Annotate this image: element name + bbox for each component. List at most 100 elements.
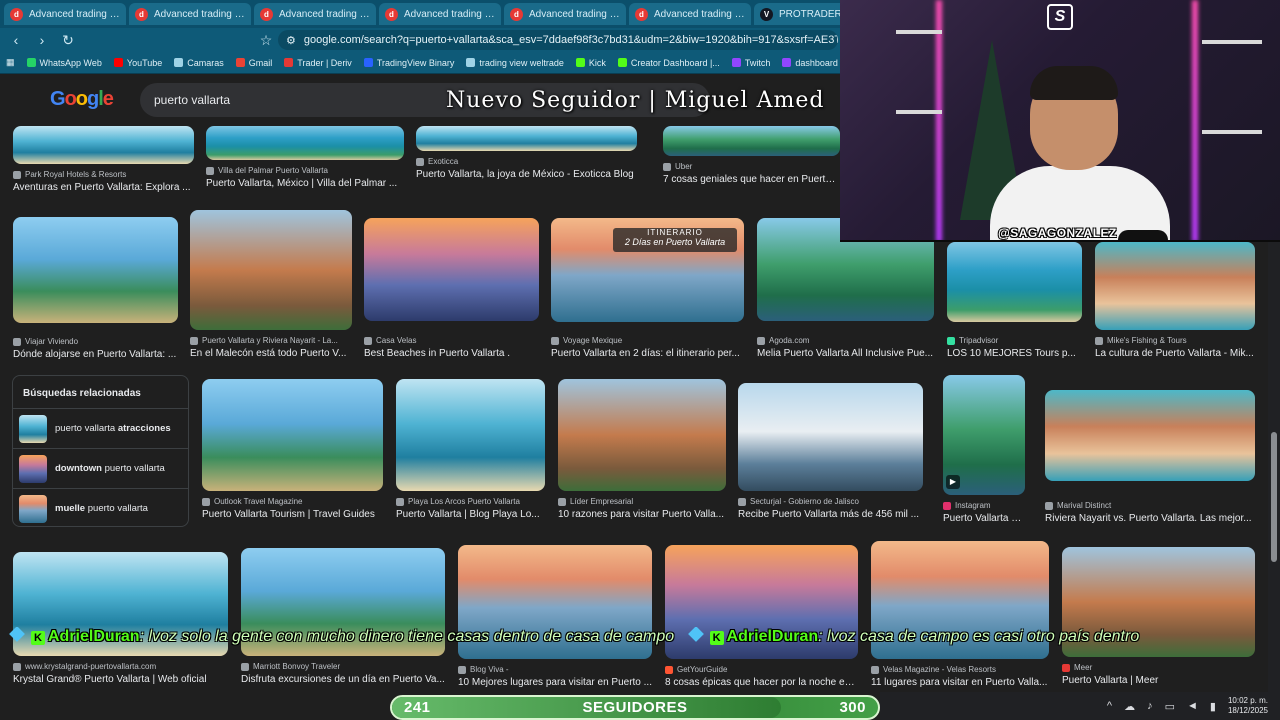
result-source: Exoticca	[416, 157, 637, 166]
bookmark-label: Creator Dashboard |...	[630, 57, 720, 68]
source-icon	[551, 336, 559, 345]
forward-arrow-icon[interactable]: ›	[34, 32, 50, 48]
result-title[interactable]: Best Beaches in Puerto Vallarta .	[364, 348, 539, 359]
site-info-icon[interactable]: ⚙	[286, 34, 296, 47]
image-result[interactable]: GetYourGuide 8 cosas épicas que hacer po…	[665, 545, 858, 688]
bookmark-item[interactable]: Camaras	[174, 58, 224, 68]
result-title[interactable]: 10 Mejores lugares para visitar en Puert…	[458, 677, 652, 688]
image-result[interactable]: Meer Puerto Vallarta | Meer	[1062, 547, 1255, 686]
clock[interactable]: 10:02 p. m. 18/12/2025	[1228, 696, 1268, 716]
deriv-icon: d	[635, 7, 648, 21]
image-result[interactable]: Exoticca Puerto Vallarta, la joya de Méx…	[416, 126, 637, 180]
bookmark-item[interactable]: YouTube	[113, 58, 162, 68]
browser-tab[interactable]: d Advanced trading charts	[379, 3, 501, 25]
image-result[interactable]: Secturjal - Gobierno de Jalisco Recibe P…	[738, 383, 923, 520]
source-icon	[1062, 663, 1070, 672]
image-result[interactable]: Marival Distinct Riviera Nayarit vs. Pue…	[1045, 390, 1255, 524]
related-search-item[interactable]: muelle puerto vallarta	[13, 488, 188, 528]
bookmark-label: Camaras	[187, 57, 224, 68]
result-title[interactable]: La cultura de Puerto Vallarta - Mik...	[1095, 348, 1255, 359]
tab-label: Advanced trading charts	[154, 8, 245, 20]
result-title[interactable]: Krystal Grand® Puerto Vallarta | Web ofi…	[13, 674, 228, 685]
image-result[interactable]: Playa Los Arcos Puerto Vallarta Puerto V…	[396, 379, 545, 520]
result-title[interactable]: Melia Puerto Vallarta All Inclusive Pue.…	[757, 348, 934, 359]
related-searches-panel: Búsquedas relacionadas puerto vallarta a…	[12, 375, 189, 527]
address-bar[interactable]: ⚙ google.com/search?q=puerto+vallarta&sc…	[278, 30, 838, 50]
image-result[interactable]: Velas Magazine - Velas Resorts 11 lugare…	[871, 541, 1049, 688]
bookmark-item[interactable]: Twitch	[731, 58, 770, 68]
image-result[interactable]: Outlook Travel Magazine Puerto Vallarta …	[202, 379, 383, 520]
bookmark-item[interactable]: TradingView Binary	[363, 58, 454, 68]
image-result[interactable]: Park Royal Hotels & Resorts Aventuras en…	[13, 126, 194, 193]
image-result[interactable]: www.krystalgrand-puertovallarta.com Krys…	[13, 552, 228, 685]
image-result[interactable]: Viajar Viviendo Dónde alojarse en Puerto…	[13, 217, 178, 360]
apps-grid-icon[interactable]: ▦	[6, 57, 15, 68]
result-title[interactable]: Recibe Puerto Vallarta más de 456 mil ..…	[738, 509, 923, 520]
reload-icon[interactable]: ↻	[60, 32, 76, 48]
image-result[interactable]: ITINERARIO 2 Días en Puerto Vallarta Voy…	[551, 218, 744, 359]
tradingview-icon	[363, 58, 373, 67]
back-arrow-icon[interactable]: ‹	[8, 32, 24, 48]
result-title[interactable]: Aventuras en Puerto Vallarta: Explora ..…	[13, 182, 194, 193]
chat-ticker: K AdrielDuran: lvoz solo la gente con muc…	[0, 627, 1280, 649]
image-result[interactable]: Tripadvisor LOS 10 MEJORES Tours p...	[947, 242, 1082, 359]
bookmark-item[interactable]: Trader | Deriv	[284, 58, 352, 68]
result-title[interactable]: Puerto Vallarta se ...	[943, 513, 1025, 524]
mic-icon[interactable]: ♪	[1147, 700, 1153, 712]
browser-tab[interactable]: d Advanced trading charts	[504, 3, 626, 25]
browser-tab[interactable]: d Advanced trading charts	[129, 3, 251, 25]
image-result[interactable]: Marriott Bonvoy Traveler Disfruta excurs…	[241, 548, 445, 685]
image-result[interactable]: ▶ Instagram Puerto Vallarta se ...	[943, 375, 1025, 524]
cloud-icon[interactable]: ☁	[1124, 700, 1135, 713]
bookmark-item[interactable]: Kick	[575, 58, 606, 68]
result-title[interactable]: LOS 10 MEJORES Tours p...	[947, 348, 1082, 359]
streamer-hair	[1030, 66, 1118, 100]
result-title[interactable]: 11 lugares para visitar en Puerto Valla.…	[871, 677, 1049, 688]
browser-tab[interactable]: d Advanced trading charts	[4, 3, 126, 25]
image-result[interactable]: Líder Empresarial 10 razones para visita…	[558, 379, 726, 520]
result-title[interactable]: Puerto Vallarta Tourism | Travel Guides	[202, 509, 383, 520]
camera-icon	[174, 58, 184, 67]
tab-label: Advanced trading charts	[279, 8, 370, 20]
webcam-overlay: S @SAGAGONZALEZ	[840, 0, 1280, 242]
bookmark-item[interactable]: WhatsApp Web	[26, 58, 102, 68]
bookmark-item[interactable]: trading view weltrade	[466, 58, 564, 68]
source-icon	[190, 336, 198, 345]
tab-label: Advanced trading charts	[654, 8, 745, 20]
related-search-item[interactable]: downtown puerto vallarta	[13, 448, 188, 488]
result-title[interactable]: Puerto Vallarta, la joya de México - Exo…	[416, 169, 637, 180]
result-title[interactable]: Disfruta excursiones de un día en Puerto…	[241, 674, 445, 685]
result-title[interactable]: 7 cosas geniales que hacer en Puerto Va	[663, 174, 840, 185]
related-thumbnail	[19, 414, 47, 443]
browser-tab[interactable]: d Advanced trading charts	[254, 3, 376, 25]
google-logo[interactable]: Google	[50, 88, 114, 111]
result-title[interactable]: Riviera Nayarit vs. Puerto Vallarta. Las…	[1045, 513, 1255, 524]
image-result[interactable]: Villa del Palmar Puerto Vallarta Puerto …	[206, 126, 404, 189]
result-title[interactable]: Dónde alojarse en Puerto Vallarta: ...	[13, 349, 178, 360]
result-thumbnail	[947, 242, 1082, 322]
browser-tab[interactable]: d Advanced trading charts	[629, 3, 751, 25]
result-title[interactable]: 8 cosas épicas que hacer por la noche en…	[665, 677, 858, 688]
bookmark-star-icon[interactable]: ☆	[258, 32, 274, 48]
bookmark-item[interactable]: Creator Dashboard |...	[617, 57, 720, 68]
bookmark-item[interactable]: Gmail	[235, 58, 272, 68]
image-result[interactable]: Blog Viva - 10 Mejores lugares para visi…	[458, 545, 652, 688]
image-result[interactable]: Casa Velas Best Beaches in Puerto Vallar…	[364, 218, 539, 359]
source-icon	[558, 497, 566, 506]
volume-icon[interactable]: ◄	[1187, 700, 1198, 712]
twitch-icon	[782, 58, 792, 67]
result-title[interactable]: Puerto Vallarta | Meer	[1062, 675, 1255, 686]
related-search-item[interactable]: puerto vallarta atracciones	[13, 408, 188, 448]
chevron-up-icon[interactable]: ^	[1107, 700, 1112, 712]
result-title[interactable]: Puerto Vallarta | Blog Playa Lo...	[396, 509, 545, 520]
result-title[interactable]: Puerto Vallarta en 2 días: el itinerario…	[551, 348, 744, 359]
image-result[interactable]: Puerto Vallarta y Riviera Nayarit - La..…	[190, 210, 352, 359]
result-title[interactable]: En el Malecón está todo Puerto V...	[190, 348, 352, 359]
image-result[interactable]: Uber 7 cosas geniales que hacer en Puert…	[663, 126, 840, 185]
network-icon[interactable]: ▭	[1165, 700, 1175, 713]
image-result[interactable]: Mike's Fishing & Tours La cultura de Pue…	[1095, 242, 1255, 359]
result-title[interactable]: Puerto Vallarta, México | Villa del Palm…	[206, 178, 404, 189]
battery-icon[interactable]: ▮	[1210, 700, 1216, 713]
result-title[interactable]: 10 razones para visitar Puerto Valla...	[558, 509, 726, 520]
scrollbar-thumb[interactable]	[1271, 432, 1277, 562]
